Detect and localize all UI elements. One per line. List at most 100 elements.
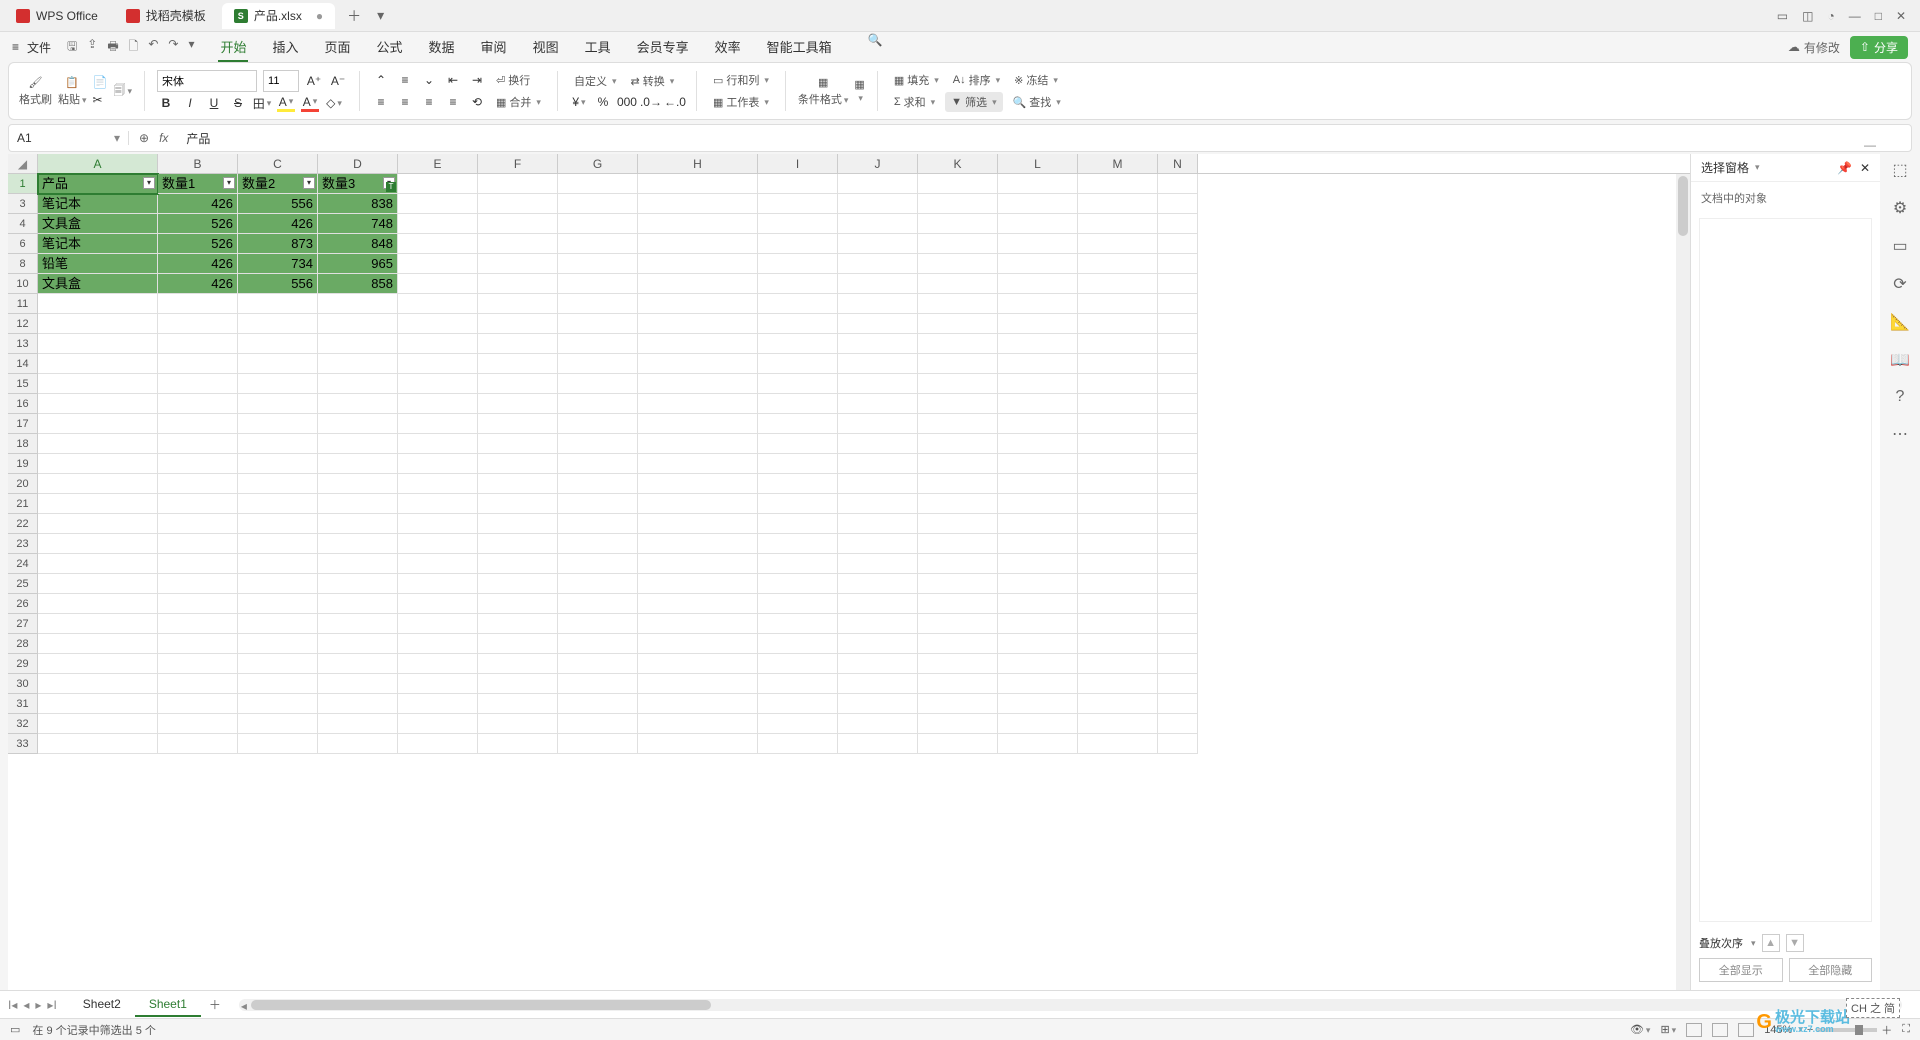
- cell[interactable]: [838, 214, 918, 234]
- table-style-button[interactable]: ▦ ▾: [854, 78, 864, 104]
- cell[interactable]: [398, 254, 478, 274]
- cell[interactable]: [558, 174, 638, 194]
- cell[interactable]: [998, 654, 1078, 674]
- cell[interactable]: [158, 454, 238, 474]
- cell[interactable]: [998, 414, 1078, 434]
- cell[interactable]: [158, 674, 238, 694]
- paste-button[interactable]: 📋 粘贴▾: [58, 76, 87, 107]
- cell[interactable]: [758, 414, 838, 434]
- row-header[interactable]: 20: [8, 474, 38, 494]
- settings-tool-icon[interactable]: ⚙: [1893, 198, 1907, 218]
- cell[interactable]: [38, 494, 158, 514]
- cell[interactable]: [838, 654, 918, 674]
- tab-smart[interactable]: 智能工具箱: [765, 33, 834, 62]
- cell[interactable]: [158, 554, 238, 574]
- cell[interactable]: [478, 494, 558, 514]
- add-sheet-button[interactable]: ＋: [201, 996, 229, 1013]
- cell[interactable]: 数量2▾: [238, 174, 318, 194]
- cell[interactable]: [478, 734, 558, 754]
- cell[interactable]: [638, 174, 758, 194]
- cell[interactable]: [38, 334, 158, 354]
- cell[interactable]: [1078, 334, 1158, 354]
- cell[interactable]: [318, 514, 398, 534]
- col-header-G[interactable]: G: [558, 154, 638, 173]
- cell[interactable]: [318, 714, 398, 734]
- cell[interactable]: [838, 494, 918, 514]
- cell[interactable]: [758, 394, 838, 414]
- cell[interactable]: [158, 734, 238, 754]
- convert-button[interactable]: ⇄转换▾: [626, 71, 678, 91]
- cell[interactable]: [158, 694, 238, 714]
- cell[interactable]: [838, 574, 918, 594]
- cell[interactable]: [838, 354, 918, 374]
- cell[interactable]: [238, 614, 318, 634]
- italic-button[interactable]: I: [181, 94, 199, 112]
- cell[interactable]: [758, 514, 838, 534]
- cell[interactable]: [1078, 234, 1158, 254]
- tab-efficiency[interactable]: 效率: [713, 33, 743, 62]
- row-header[interactable]: 1: [8, 174, 38, 194]
- cell[interactable]: [558, 534, 638, 554]
- cell[interactable]: [638, 594, 758, 614]
- cell[interactable]: [838, 294, 918, 314]
- cell[interactable]: [238, 454, 318, 474]
- decrease-font-icon[interactable]: A⁻: [329, 72, 347, 90]
- cell[interactable]: [1158, 294, 1198, 314]
- cell[interactable]: [158, 394, 238, 414]
- format-painter-button[interactable]: 🖌 格式刷: [19, 76, 52, 107]
- cell[interactable]: [838, 414, 918, 434]
- cell[interactable]: [238, 714, 318, 734]
- cell[interactable]: [238, 634, 318, 654]
- cell[interactable]: [1158, 374, 1198, 394]
- cell[interactable]: [998, 614, 1078, 634]
- row-header[interactable]: 17: [8, 414, 38, 434]
- cell[interactable]: [1078, 474, 1158, 494]
- filter-dropdown-icon[interactable]: ▾: [303, 177, 315, 189]
- row-header[interactable]: 15: [8, 374, 38, 394]
- align-left-icon[interactable]: ≡: [372, 93, 390, 111]
- cell[interactable]: [478, 454, 558, 474]
- cell[interactable]: [1158, 254, 1198, 274]
- cell[interactable]: [398, 314, 478, 334]
- cell[interactable]: [478, 234, 558, 254]
- font-size-select[interactable]: [263, 70, 299, 92]
- percent-icon[interactable]: %: [594, 93, 612, 111]
- horizontal-scrollbar[interactable]: ◂ ▸: [239, 999, 1902, 1011]
- row-header[interactable]: 27: [8, 614, 38, 634]
- reader-icon[interactable]: ▭: [1777, 9, 1788, 23]
- cell[interactable]: [638, 194, 758, 214]
- cell[interactable]: [838, 334, 918, 354]
- cell[interactable]: [838, 254, 918, 274]
- cell[interactable]: [998, 514, 1078, 534]
- filter-dropdown-icon[interactable]: ▾: [223, 177, 235, 189]
- cell[interactable]: 426: [158, 254, 238, 274]
- cell[interactable]: [998, 314, 1078, 334]
- app-tab[interactable]: WPS Office: [4, 3, 110, 29]
- cell[interactable]: [638, 454, 758, 474]
- cell[interactable]: [318, 374, 398, 394]
- cell[interactable]: [758, 574, 838, 594]
- underline-button[interactable]: U: [205, 94, 223, 112]
- cell[interactable]: [478, 314, 558, 334]
- search-icon[interactable]: 🔍: [868, 33, 883, 62]
- chevron-down-icon[interactable]: ▾: [114, 131, 120, 145]
- cell[interactable]: 748: [318, 214, 398, 234]
- col-header-M[interactable]: M: [1078, 154, 1158, 173]
- cell[interactable]: [638, 554, 758, 574]
- align-center-icon[interactable]: ≡: [396, 93, 414, 111]
- changes-indicator[interactable]: ☁ 有修改: [1788, 39, 1840, 56]
- cell[interactable]: [38, 474, 158, 494]
- more-tool-icon[interactable]: ⋯: [1892, 424, 1908, 444]
- cell[interactable]: [158, 374, 238, 394]
- row-header[interactable]: 33: [8, 734, 38, 754]
- cell[interactable]: [238, 574, 318, 594]
- cell[interactable]: 838: [318, 194, 398, 214]
- cell[interactable]: [38, 714, 158, 734]
- cell[interactable]: 556: [238, 194, 318, 214]
- cell[interactable]: [1158, 474, 1198, 494]
- cell[interactable]: [758, 194, 838, 214]
- cell[interactable]: [998, 234, 1078, 254]
- cell[interactable]: [558, 594, 638, 614]
- cell[interactable]: [238, 354, 318, 374]
- cell[interactable]: [478, 274, 558, 294]
